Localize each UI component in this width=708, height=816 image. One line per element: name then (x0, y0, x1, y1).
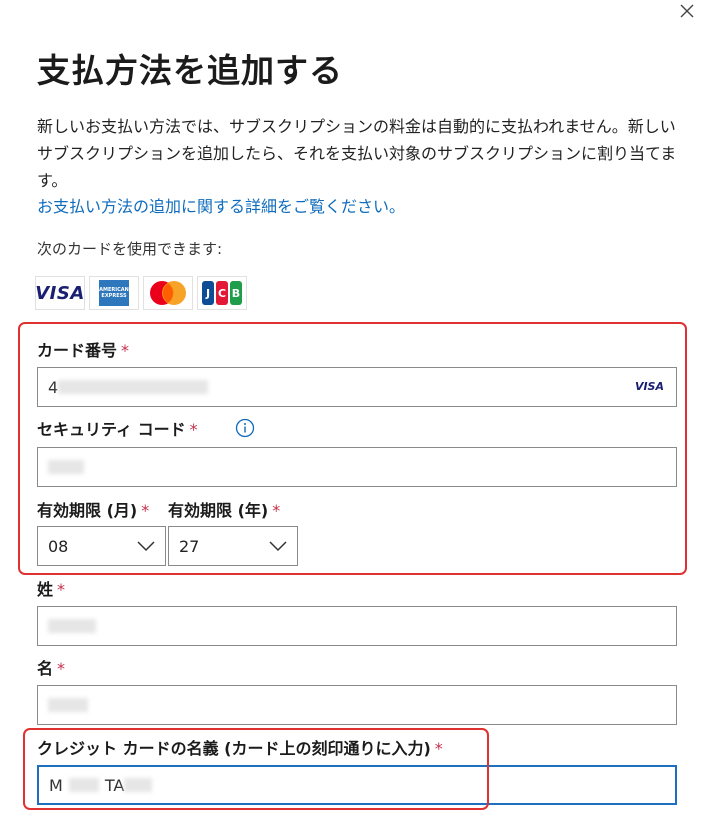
mastercard-logo (143, 276, 193, 310)
masked-value (124, 778, 153, 792)
chevron-down-icon (137, 541, 155, 552)
description-text: 新しいお支払い方法では、サブスクリプションの料金は自動的に支払われません。新しい… (37, 117, 677, 190)
first-name-input[interactable] (37, 685, 677, 725)
amex-logo: AMERICAN EXPRESS (89, 276, 139, 310)
page-title: 支払方法を追加する (37, 51, 343, 90)
masked-value (58, 380, 209, 394)
close-button[interactable] (677, 1, 697, 21)
masked-value (48, 619, 96, 633)
card-number-label: カード番号 * (37, 341, 130, 360)
cardholder-name-input[interactable]: M TA (37, 765, 677, 805)
learn-more-link[interactable]: お支払い方法の追加に関する詳細をご覧ください。 (37, 193, 405, 217)
masked-value (48, 460, 84, 474)
last-name-input[interactable] (37, 606, 677, 646)
cardholder-name-label: クレジット カードの名義 (カード上の刻印通りに入力) * (37, 739, 443, 758)
first-name-label: 名 * (37, 659, 66, 678)
masked-value (48, 698, 88, 712)
expiry-year-label: 有効期限 (年) * (168, 501, 281, 520)
expiry-month-select[interactable]: 08 (37, 526, 166, 566)
card-number-input[interactable]: 4 VISA (37, 367, 677, 407)
expiry-year-select[interactable]: 27 (168, 526, 298, 566)
last-name-label: 姓 * (37, 580, 66, 599)
accepted-cards-label: 次のカードを使用できます: (37, 240, 223, 258)
accepted-cards-logos: VISA AMERICAN EXPRESS J C B (35, 276, 247, 310)
chevron-down-icon (269, 541, 287, 552)
security-code-input[interactable] (37, 447, 677, 487)
visa-logo: VISA (35, 276, 85, 310)
card-brand-badge: VISA (634, 380, 664, 393)
expiry-month-label: 有効期限 (月) * (37, 501, 150, 520)
jcb-logo: J C B (197, 276, 247, 310)
security-code-label: セキュリティ コード * (37, 420, 198, 439)
info-icon[interactable] (235, 418, 255, 438)
masked-value (68, 778, 99, 792)
close-icon (680, 4, 694, 18)
